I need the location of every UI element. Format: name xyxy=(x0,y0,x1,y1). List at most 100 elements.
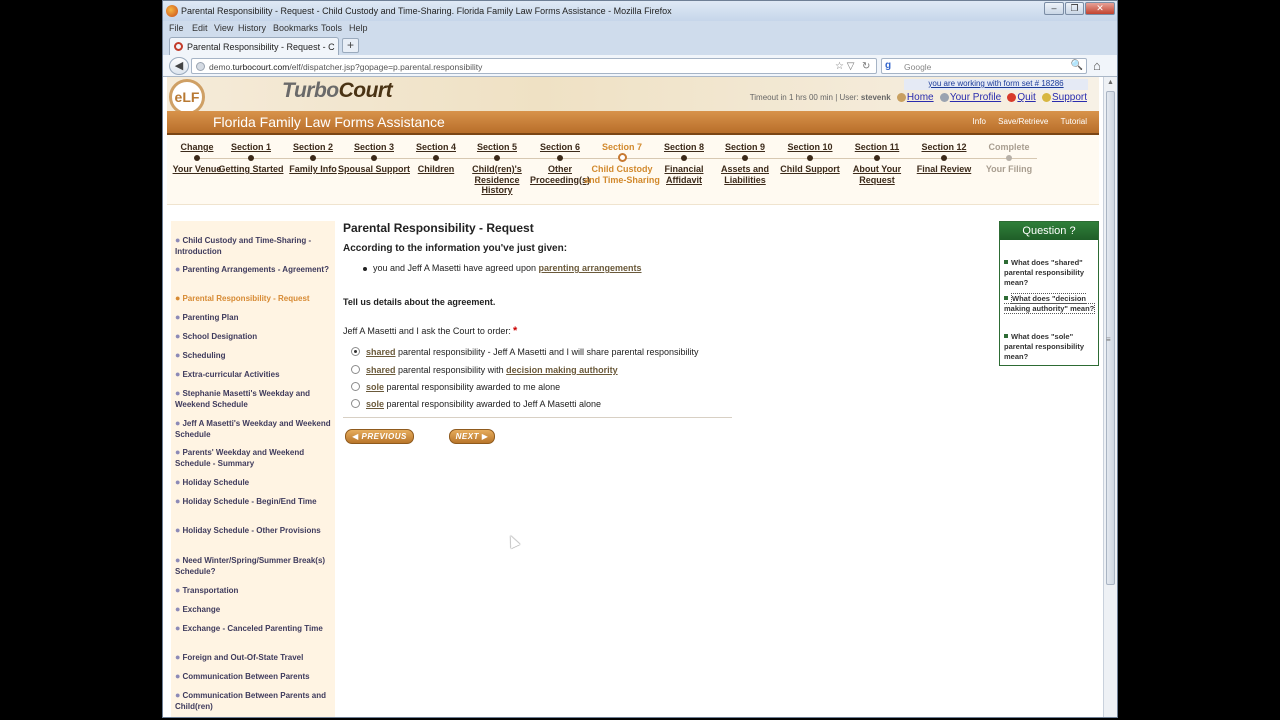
parenting-arrangements-link[interactable]: parenting arrangements xyxy=(538,263,641,273)
responsibility-option[interactable]: sole parental responsibility awarded to … xyxy=(351,399,601,409)
section-step[interactable]: Complete Your Filing xyxy=(971,135,1047,175)
sidebar-item[interactable]: ● Need Winter/Spring/Summer Break(s) Sche… xyxy=(175,555,333,577)
maximize-button[interactable]: ❐ xyxy=(1065,2,1084,15)
next-button[interactable]: NEXT ▶ xyxy=(449,429,495,444)
option-term-link[interactable]: shared xyxy=(366,365,396,375)
tutorial-link[interactable]: Tutorial xyxy=(1061,117,1087,126)
menu-edit[interactable]: Edit xyxy=(192,23,208,33)
section-label[interactable]: Your Filing xyxy=(971,164,1047,175)
sidebar-item[interactable]: ● School Designation xyxy=(175,331,333,342)
sidebar-item[interactable]: ● Parenting Plan xyxy=(175,312,333,323)
sidebar-item-label: Foreign and Out-Of-State Travel xyxy=(182,653,304,662)
new-tab-button[interactable]: + xyxy=(342,38,359,53)
page-scrollbar[interactable]: ▲ ≡ xyxy=(1103,77,1117,717)
section-label[interactable]: About Your Request xyxy=(839,164,915,185)
sidebar-item[interactable]: ● Holiday Schedule xyxy=(175,477,333,488)
search-icon[interactable]: 🔍 xyxy=(1071,60,1083,71)
sidebar-item[interactable]: ● Parenting Arrangements - Agreement? xyxy=(175,264,333,275)
profile-link[interactable]: Your Profile xyxy=(950,92,1001,103)
form-set-link[interactable]: you are working with form set # 18286 xyxy=(904,79,1088,90)
menu-help[interactable]: Help xyxy=(349,23,368,33)
home-link[interactable]: Home xyxy=(907,92,934,103)
sidebar-item-label: Exchange xyxy=(182,605,221,614)
section-head[interactable]: Section 10 xyxy=(772,141,848,153)
divider xyxy=(343,417,732,418)
bullet-icon: ● xyxy=(175,496,181,506)
minimize-button[interactable]: – xyxy=(1044,2,1064,15)
section-label[interactable]: Child Support xyxy=(772,164,848,175)
reload-icon[interactable]: ↻ xyxy=(862,61,870,72)
turbocourt-logo[interactable]: TurboCourt xyxy=(282,79,393,103)
section-step[interactable]: Section 10 Child Support xyxy=(772,135,848,175)
bookmark-star-icon[interactable]: ☆ ▽ xyxy=(835,61,854,72)
menu-file[interactable]: File xyxy=(169,23,184,33)
save-retrieve-link[interactable]: Save/Retrieve xyxy=(998,117,1048,126)
search-box[interactable]: g Google 🔍 xyxy=(881,58,1087,74)
quit-link[interactable]: Quit xyxy=(1017,92,1035,103)
profile-icon xyxy=(939,93,949,103)
sidebar-item[interactable]: ● Extra-curricular Activities xyxy=(175,369,333,380)
sidebar-item[interactable]: ● Exchange xyxy=(175,604,333,615)
option-extra-link[interactable]: decision making authority xyxy=(506,365,618,375)
bullet-icon: ● xyxy=(175,671,181,681)
back-button[interactable]: ◀ xyxy=(169,57,189,75)
question-link[interactable]: What does "sole" parental responsibility… xyxy=(1004,332,1096,362)
question-link[interactable]: What does "decision making authority" me… xyxy=(1004,293,1096,314)
menu-bookmarks[interactable]: Bookmarks xyxy=(273,23,318,33)
sidebar-item[interactable]: ● Transportation xyxy=(175,585,333,596)
section-dot xyxy=(557,155,563,161)
sidebar-item[interactable]: ● Parents' Weekday and Weekend Schedule -… xyxy=(175,447,333,469)
section-dot xyxy=(194,155,200,161)
section-step[interactable]: Section 11 About Your Request xyxy=(839,135,915,185)
home-icon[interactable]: ⌂ xyxy=(1093,58,1101,73)
responsibility-option[interactable]: shared parental responsibility - Jeff A … xyxy=(351,347,699,357)
sidebar-item[interactable]: ● Child Custody and Time-Sharing - Introd… xyxy=(175,235,333,257)
url-bar[interactable]: demo.turbocourt.com/elf/dispatcher.jsp?g… xyxy=(191,58,877,74)
sidebar-item[interactable]: ● Stephanie Masetti's Weekday and Weekend… xyxy=(175,388,333,410)
sidebar-item[interactable]: ● Exchange - Canceled Parenting Time xyxy=(175,623,333,634)
section-dot xyxy=(681,155,687,161)
brand-court: Court xyxy=(338,79,393,102)
sidebar-item[interactable]: ● Scheduling xyxy=(175,350,333,361)
option-term-link[interactable]: sole xyxy=(366,399,384,409)
previous-button[interactable]: ◀ PREVIOUS xyxy=(345,429,414,444)
sidebar-item[interactable]: ● Holiday Schedule - Begin/End Time xyxy=(175,496,333,507)
bullet-icon: ● xyxy=(175,388,181,398)
radio-button[interactable] xyxy=(351,365,360,374)
site-logo[interactable]: eLF xyxy=(169,79,205,115)
bullet-icon: ● xyxy=(175,623,181,633)
sidebar-item[interactable]: ● Communication Between Parents and Child… xyxy=(175,690,333,712)
responsibility-option[interactable]: shared parental responsibility with deci… xyxy=(351,365,618,375)
section-head[interactable]: Complete xyxy=(971,141,1047,153)
radio-button[interactable] xyxy=(351,347,360,356)
option-term-link[interactable]: sole xyxy=(366,382,384,392)
section-head[interactable]: Section 11 xyxy=(839,141,915,153)
section-dot xyxy=(371,155,377,161)
option-term-link[interactable]: shared xyxy=(366,347,396,357)
url-text: demo.turbocourt.com/elf/dispatcher.jsp?g… xyxy=(209,62,482,72)
bullet-icon: ● xyxy=(175,369,181,379)
close-button[interactable]: ✕ xyxy=(1085,2,1115,15)
google-icon: g xyxy=(885,60,892,71)
responsibility-option[interactable]: sole parental responsibility awarded to … xyxy=(351,382,560,392)
sidebar-item[interactable]: ● Parental Responsibility - Request xyxy=(175,293,333,304)
bullet-icon: ● xyxy=(175,293,181,303)
support-link[interactable]: Support xyxy=(1052,92,1087,103)
scroll-up-icon[interactable]: ▲ xyxy=(1107,79,1114,86)
sidebar-item[interactable]: ● Foreign and Out-Of-State Travel xyxy=(175,652,333,663)
sidebar-item-label: Holiday Schedule - Other Provisions xyxy=(182,526,321,535)
menu-view[interactable]: View xyxy=(214,23,233,33)
court-order-question: Jeff A Masetti and I ask the Court to or… xyxy=(343,325,517,337)
question-link[interactable]: What does "shared" parental responsibili… xyxy=(1004,258,1096,288)
title-bar: Parental Responsibility - Request - Chil… xyxy=(163,1,1117,21)
radio-button[interactable] xyxy=(351,382,360,391)
search-input[interactable]: Google xyxy=(904,62,931,72)
sidebar-item[interactable]: ● Jeff A Masetti's Weekday and Weekend Sc… xyxy=(175,418,333,440)
radio-button[interactable] xyxy=(351,399,360,408)
info-link[interactable]: Info xyxy=(973,117,986,126)
sidebar-item[interactable]: ● Holiday Schedule - Other Provisions xyxy=(175,525,333,536)
sidebar-item[interactable]: ● Communication Between Parents xyxy=(175,671,333,682)
browser-tab[interactable]: Parental Responsibility - Request - Chil… xyxy=(169,37,339,55)
menu-history[interactable]: History xyxy=(238,23,266,33)
menu-tools[interactable]: Tools xyxy=(321,23,342,33)
